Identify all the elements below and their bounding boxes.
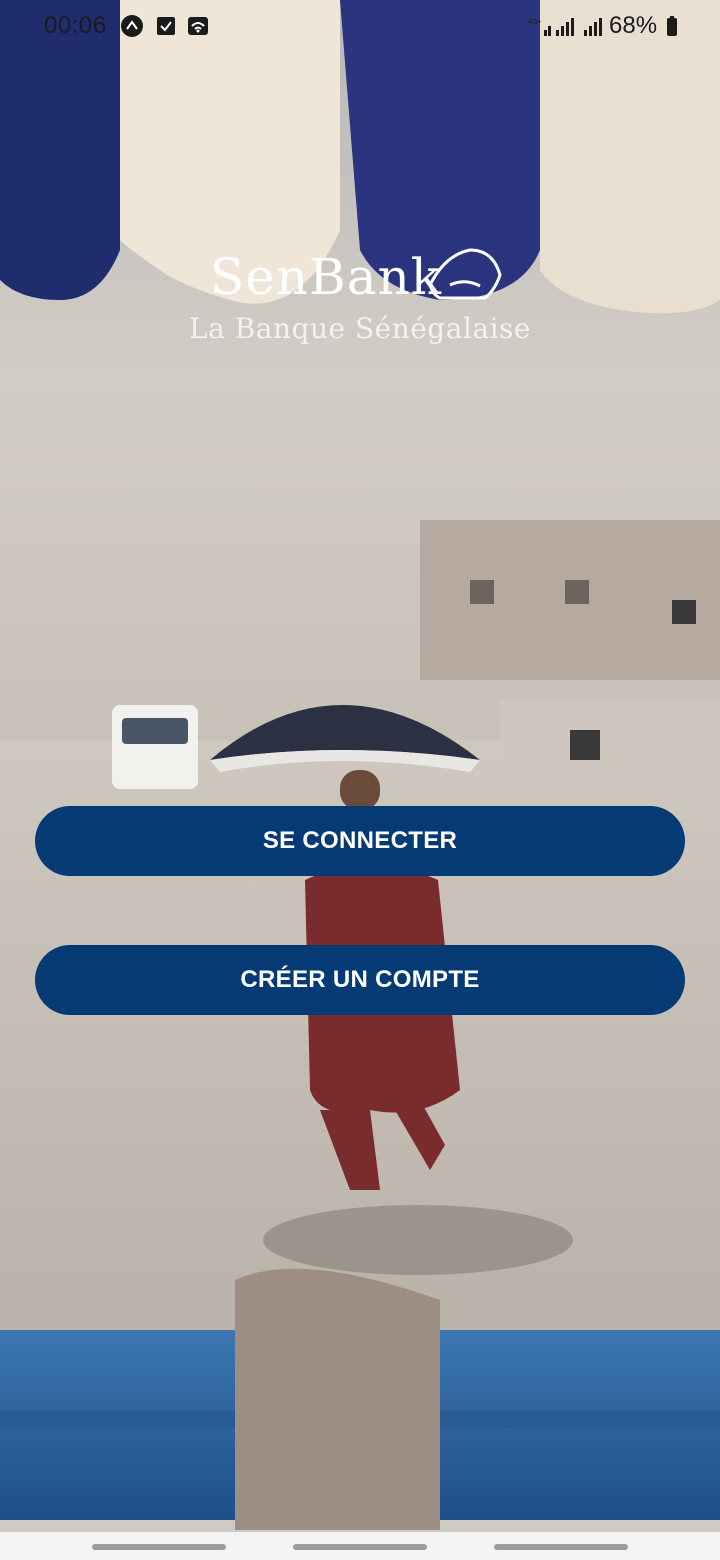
nav-menu-bar[interactable] [92, 1544, 226, 1550]
app-icon [121, 15, 143, 37]
status-bar: 00:06 4G+ 68% [0, 0, 720, 54]
create-account-button-label: CRÉER UN COMPTE [240, 966, 480, 993]
app-logo-text: SenBank [210, 248, 443, 306]
background-photo [0, 0, 720, 1530]
nav-back-bar[interactable] [494, 1544, 628, 1550]
signal-icon: 4G+ [528, 19, 551, 36]
wifi-icon [188, 17, 208, 35]
login-button[interactable]: SE CONNECTER [35, 806, 685, 876]
check-box-icon [157, 17, 175, 35]
status-time: 00:06 [44, 12, 107, 39]
signal-icon [556, 18, 574, 36]
senegal-map-icon [428, 248, 502, 300]
app-tagline: La Banque Sénégalaise [189, 312, 531, 345]
battery-percentage: 68% [609, 12, 658, 39]
battery-icon [667, 16, 677, 36]
nav-home-bar[interactable] [293, 1544, 427, 1550]
system-navigation-bar [0, 1532, 720, 1560]
signal-icon [584, 18, 602, 36]
create-account-button[interactable]: CRÉER UN COMPTE [35, 945, 685, 1015]
login-button-label: SE CONNECTER [262, 827, 458, 854]
svg-text:4G+: 4G+ [528, 19, 541, 26]
